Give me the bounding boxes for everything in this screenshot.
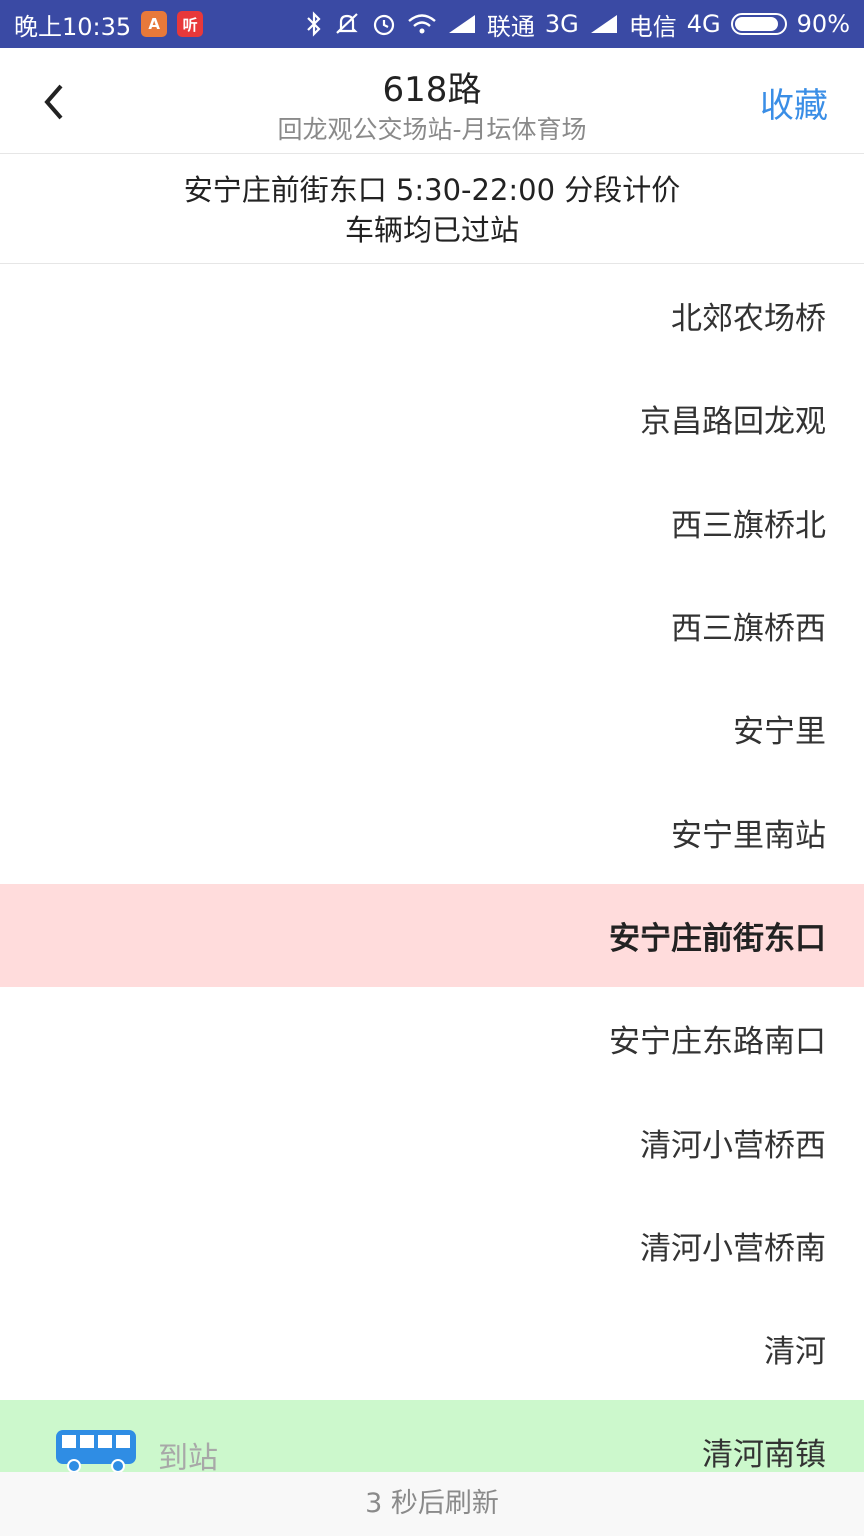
screen: 晚上10:35 A 听 联通 3G 电信 4G 90% 618路 回龙观公交场站… [0,0,864,1536]
stop-list: 北郊农场桥京昌路回龙观西三旗桥北西三旗桥西安宁里安宁里南站安宁庄前街东口 安宁庄东… [0,264,864,1472]
stop-row[interactable]: 西三旗桥北 [0,471,864,574]
battery-icon [730,13,787,35]
battery-percent: 90% [796,10,850,38]
listen-app-icon: 听 [177,11,204,37]
carrier-1: 联通 [486,12,535,41]
battery-level [734,17,778,31]
status-left: 晚上10:35 A 听 [14,7,204,42]
stop-row-current[interactable]: 安宁庄前街东口 [0,883,864,988]
status-bar: 晚上10:35 A 听 联通 3G 电信 4G 90% [0,0,864,48]
stop-row[interactable]: 安宁里南站 [0,780,864,883]
stop-row[interactable]: 清河 [0,1297,864,1400]
favorite-button[interactable]: 收藏 [760,78,828,127]
wifi-icon [407,12,437,36]
status-right: 联通 3G 电信 4G 90% [305,7,850,42]
signal-icon-1 [447,13,477,35]
stop-name: 安宁里南站 [671,817,826,854]
stop-name: 清河 [764,1334,826,1371]
mute-bell-icon [333,11,361,37]
network-2: 4G [686,10,721,38]
route-info: 安宁庄前街东口 5:30-22:00 分段计价 车辆均已过站 [0,154,864,264]
stop-name: 北郊农场桥 [671,301,826,338]
stop-name: 安宁庄东路南口 [609,1024,826,1061]
schedule-info: 安宁庄前街东口 5:30-22:00 分段计价 [183,173,681,207]
stop-name: 西三旗桥北 [671,507,826,544]
stop-name: 西三旗桥西 [671,611,826,648]
signal-icon-2 [589,13,619,35]
stop-row[interactable]: 西三旗桥西 [0,574,864,677]
stop-row-arrived[interactable]: 到站 清河南镇 [0,1400,864,1472]
stop-name: 清河南镇 [702,1437,826,1472]
network-1: 3G [544,10,579,38]
stop-row[interactable]: 清河小营桥南 [0,1194,864,1297]
stop-row[interactable]: 安宁里 [0,677,864,780]
alarm-icon [371,11,397,37]
stop-name: 清河小营桥西 [640,1127,826,1164]
refresh-footer: 3 秒后刷新 [0,1472,864,1536]
stop-name: 安宁庄前街东口 [609,920,826,957]
status-time: 晚上10:35 [14,12,132,41]
carrier-2: 电信 [628,12,677,41]
stop-row[interactable]: 京昌路回龙观 [0,367,864,470]
header: 618路 回龙观公交场站-月坛体育场 收藏 [0,48,864,154]
stop-row[interactable]: 清河小营桥西 [0,1090,864,1193]
vehicle-status: 车辆均已过站 [344,213,519,247]
stop-name: 清河小营桥南 [640,1230,826,1267]
route-subtitle: 回龙观公交场站-月坛体育场 [277,115,587,144]
shield-app-icon: A [141,11,168,37]
bus-icon [54,1428,138,1472]
bluetooth-icon [305,11,323,37]
stop-row[interactable]: 安宁庄东路南口 [0,987,864,1090]
stop-row[interactable]: 北郊农场桥 [0,264,864,367]
stop-name: 安宁里 [733,714,826,751]
bus-indicator: 到站 [54,1428,218,1472]
route-title: 618路 [382,70,482,110]
arrived-label: 到站 [158,1441,218,1472]
stop-name: 京昌路回龙观 [640,404,826,441]
